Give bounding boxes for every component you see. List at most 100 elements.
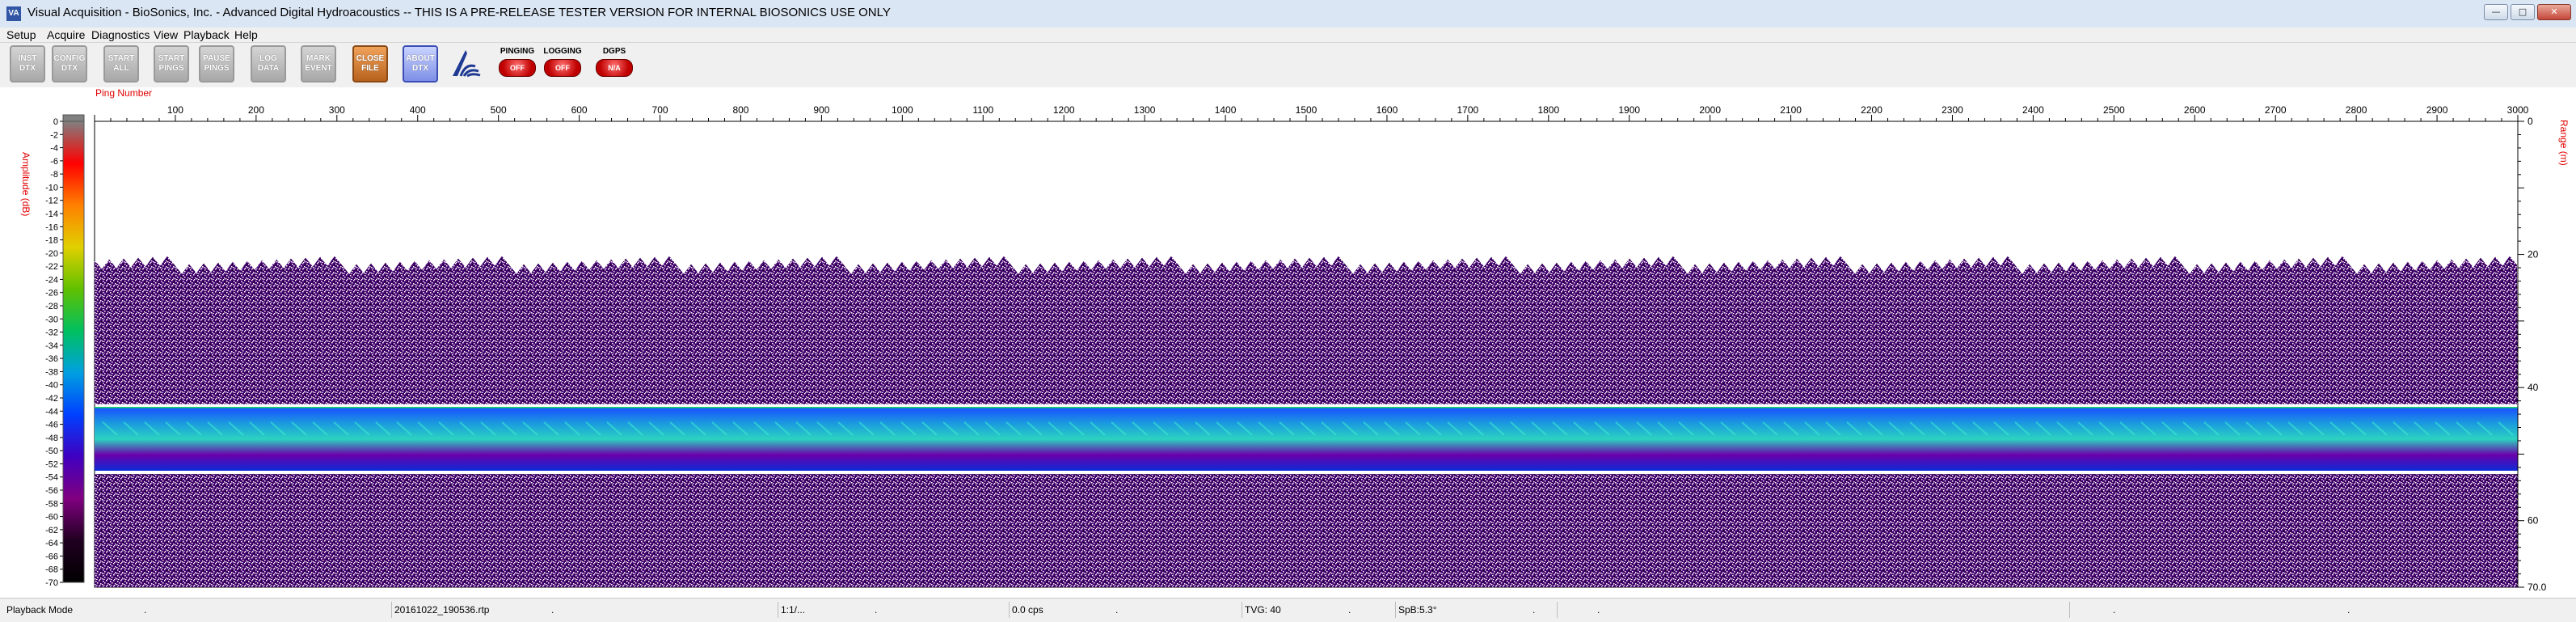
amplitude-tick-label: -62: [45, 526, 58, 535]
echogram-plot[interactable]: 0 -2 -4 -6 -8 -10 -12 -14 -16 -18 -20 -22 -24 -26 -28 -…: [0, 87, 2576, 598]
amplitude-tick-label: -50: [45, 446, 58, 456]
amplitude-tick-label: -48: [45, 434, 58, 443]
button-label-line1: START: [108, 54, 135, 63]
status-dot: .: [1115, 604, 1119, 616]
biosonics-logo-icon[interactable]: [448, 45, 483, 83]
dgps-state: N/A: [596, 59, 633, 77]
pause-pings-button[interactable]: PAUSE PINGS: [199, 45, 234, 83]
amplitude-axis-title: Amplitude (dB): [20, 152, 32, 216]
ping-tick-label: 200: [248, 104, 264, 116]
button-label-line1: MARK: [306, 54, 331, 63]
menu-help[interactable]: Help: [234, 28, 258, 41]
title-bar: VA Visual Acquisition - BioSonics, Inc. …: [0, 0, 2576, 28]
echogram-image: [94, 121, 2519, 588]
ping-tick-label: 2900: [2426, 104, 2448, 116]
amplitude-tick-label: -24: [45, 275, 58, 285]
menu-playback[interactable]: Playback: [183, 28, 230, 41]
amplitude-tick-label: -44: [45, 407, 58, 417]
ping-tick-label: 600: [571, 104, 588, 116]
inst-dtx-button[interactable]: INST DTX: [10, 45, 45, 83]
amplitude-tick-label: -20: [45, 249, 58, 259]
button-label-line1: CLOSE: [356, 54, 385, 63]
ping-tick-label: 1200: [1053, 104, 1075, 116]
range-tick-label: 60: [2528, 515, 2539, 527]
close-icon[interactable]: ✕: [2537, 4, 2571, 20]
logging-indicator: LOGGING OFF: [542, 47, 584, 83]
ping-tick-label: 2700: [2265, 104, 2287, 116]
amplitude-tick-label: -32: [45, 328, 58, 338]
button-label-line2: DTX: [19, 64, 36, 73]
log-data-button[interactable]: LOG DATA: [251, 45, 286, 83]
logging-label: LOGGING: [543, 47, 582, 56]
amplitude-colorbar-cap: [62, 114, 85, 122]
button-label-line2: PINGS: [204, 64, 230, 73]
amplitude-tick-label: -66: [45, 552, 58, 561]
maximize-icon[interactable]: □: [2511, 4, 2535, 20]
close-file-button[interactable]: CLOSE FILE: [352, 45, 388, 83]
status-dot: .: [551, 604, 554, 616]
amplitude-tick-label: 0: [53, 117, 58, 127]
ping-tick-label: 1300: [1134, 104, 1156, 116]
ping-tick-label: 1800: [1537, 104, 1559, 116]
button-label-line1: LOG: [259, 54, 277, 63]
ping-tick-label: 1700: [1457, 104, 1479, 116]
status-dot: .: [2347, 604, 2350, 616]
amplitude-tick-label: -16: [45, 222, 58, 232]
button-label-line2: DTX: [61, 64, 78, 73]
ping-tick-label: 300: [329, 104, 345, 116]
ping-tick-label: 900: [813, 104, 829, 116]
ping-tick-label: 1600: [1377, 104, 1398, 116]
menu-diagnostics[interactable]: Diagnostics: [91, 28, 150, 41]
mark-event-button[interactable]: MARK EVENT: [301, 45, 336, 83]
start-pings-button[interactable]: START PINGS: [154, 45, 189, 83]
visual-acquisition-app-icon[interactable]: VA: [6, 6, 21, 21]
about-dtx-button[interactable]: ABOUT DTX: [403, 45, 438, 83]
amplitude-tick-label: -10: [45, 183, 58, 193]
window-title: Visual Acquisition - BioSonics, Inc. - A…: [27, 6, 891, 19]
amplitude-tick-label: -18: [45, 236, 58, 246]
menu-view[interactable]: View: [154, 28, 178, 41]
menu-acquire[interactable]: Acquire: [47, 28, 85, 41]
status-ratio: 1:1/...: [781, 604, 806, 616]
amplitude-tick-label: -52: [45, 459, 58, 469]
ping-tick-label: 800: [732, 104, 748, 116]
ping-number-axis: 100 200 300 400 500 600 700 800 900 1000 1100 1200 1…: [94, 104, 2529, 122]
echogram-scattering-layer: [95, 407, 2518, 471]
status-dot: .: [1348, 604, 1351, 616]
range-axis: 0 20 40 60 70.0: [2517, 116, 2547, 593]
menu-setup[interactable]: Setup: [6, 28, 36, 41]
minimize-icon[interactable]: —: [2484, 4, 2508, 20]
status-tvg: TVG: 40: [1245, 604, 1281, 616]
ping-tick-label: 400: [410, 104, 426, 116]
amplitude-tick-label: -26: [45, 289, 58, 298]
ping-tick-label: 2000: [1699, 104, 1721, 116]
ping-tick-label: 3000: [2507, 104, 2529, 116]
pinging-label: PINGING: [500, 47, 535, 56]
status-dot: .: [144, 604, 147, 616]
status-cps: 0.0 cps: [1012, 604, 1043, 616]
button-label-line2: DATA: [257, 64, 280, 73]
button-label-line2: DTX: [412, 64, 428, 73]
amplitude-tick-label: -8: [50, 170, 58, 180]
ping-tick-label: 1000: [892, 104, 913, 116]
ping-tick-label: 1500: [1296, 104, 1318, 116]
ping-tick-label: 700: [652, 104, 668, 116]
ping-tick-label: 2300: [1941, 104, 1963, 116]
status-bar: Playback Mode . 20161022_190536.rtp . 1:…: [0, 598, 2576, 622]
button-label-line1: INST: [18, 54, 37, 63]
ping-tick-label: 2500: [2103, 104, 2125, 116]
start-all-button[interactable]: START ALL: [103, 45, 139, 83]
range-axis-title: Range (m): [2558, 120, 2570, 166]
amplitude-tick-label: -42: [45, 394, 58, 404]
amplitude-tick-label: -40: [45, 381, 58, 391]
button-label-line2: EVENT: [305, 64, 332, 73]
amplitude-colorbar: [62, 114, 85, 583]
amplitude-tick-label: -54: [45, 473, 58, 483]
amplitude-tick-label: -12: [45, 197, 58, 206]
amplitude-tick-label: -68: [45, 565, 58, 575]
config-dtx-button[interactable]: CONFIG DTX: [52, 45, 87, 83]
ping-tick-label: 2800: [2346, 104, 2367, 116]
button-label-line2: ALL: [113, 64, 129, 73]
amplitude-tick-label: -22: [45, 262, 58, 272]
pinging-indicator: PINGING OFF: [496, 47, 538, 83]
